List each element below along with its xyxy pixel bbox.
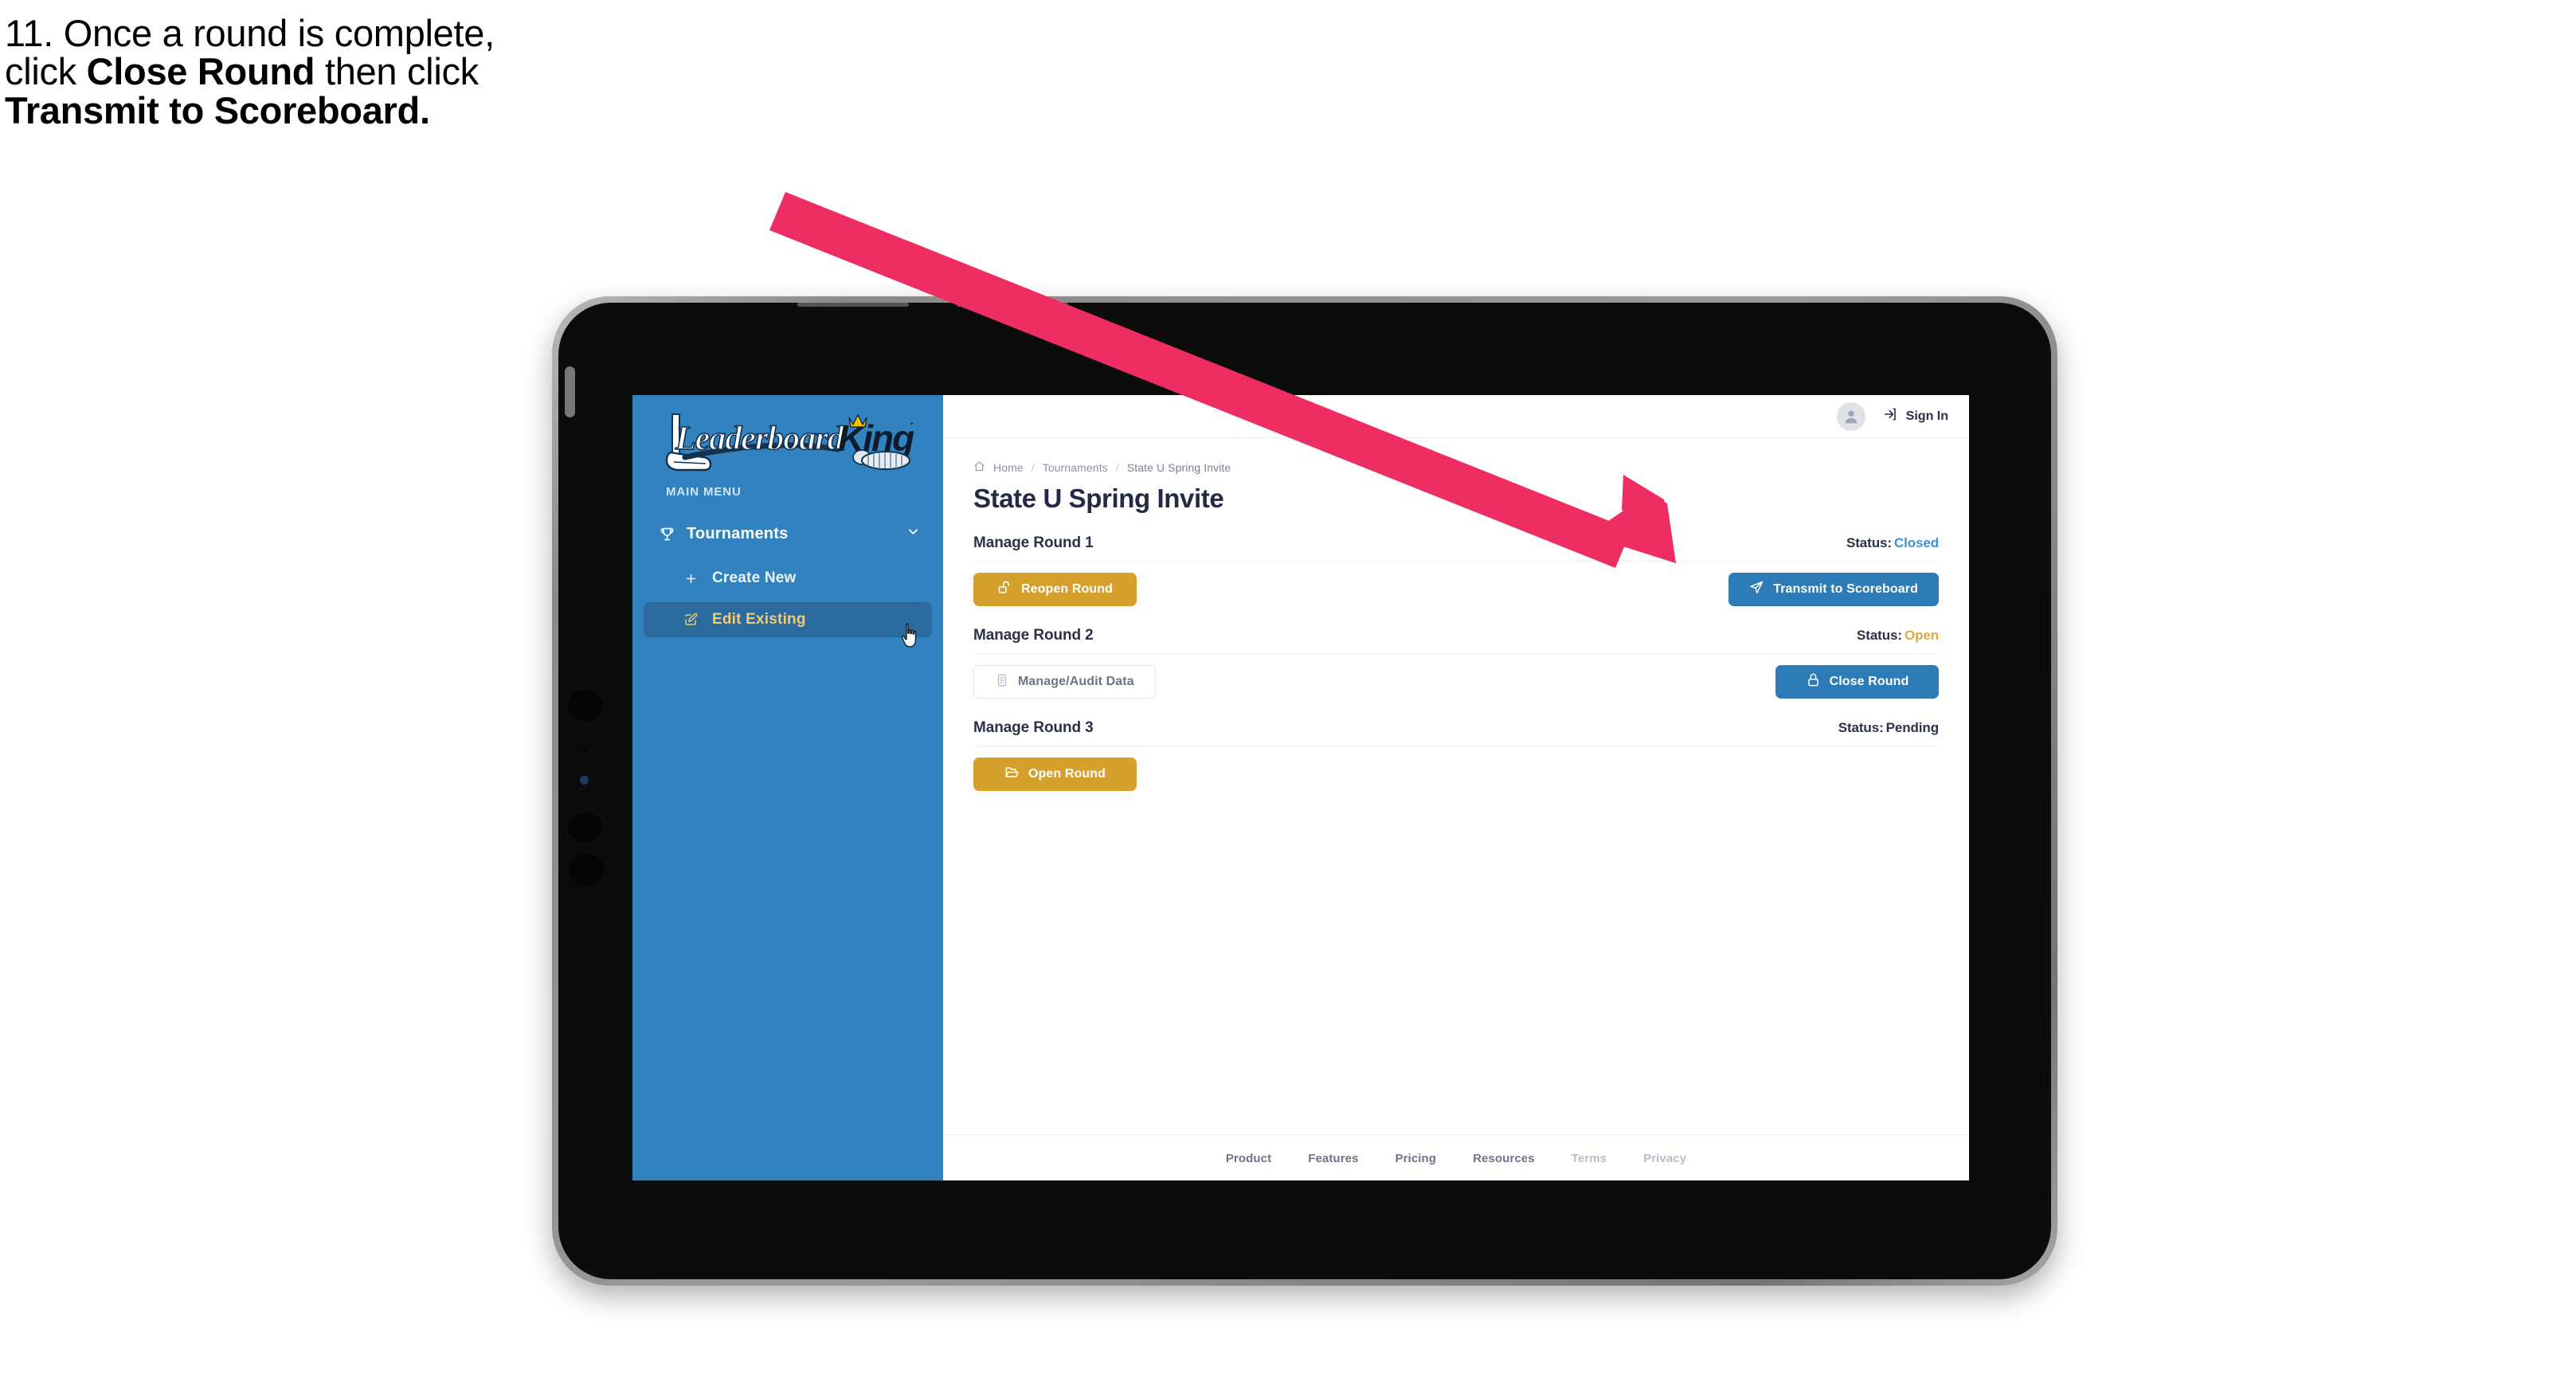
round-title: Manage Round 1 xyxy=(973,534,1094,551)
trophy-icon xyxy=(658,525,675,542)
status-value: Open xyxy=(1904,628,1939,643)
tablet-top-speaker-line xyxy=(797,303,909,307)
tablet-top-sensor-line xyxy=(957,303,1068,307)
round-actions: Reopen Round Transmit to Scoreboard xyxy=(973,573,1939,606)
footer-link-resources[interactable]: Resources xyxy=(1473,1152,1535,1165)
transmit-to-scoreboard-label: Transmit to Scoreboard xyxy=(1773,582,1918,596)
breadcrumb-item-current: State U Spring Invite xyxy=(1126,461,1231,474)
sign-in-label: Sign In xyxy=(1905,409,1948,423)
status-badge: Status: Pending xyxy=(1838,720,1939,736)
status-label: Status: xyxy=(1857,628,1902,643)
close-round-label: Close Round xyxy=(1829,675,1909,688)
sidebar-item-label: Tournaments xyxy=(687,524,789,542)
svg-text:Leaderboard: Leaderboard xyxy=(675,421,845,457)
leaderboard-king-logo: Leaderboard King ´ xyxy=(653,408,924,476)
paper-plane-icon xyxy=(1749,580,1764,599)
footer: Product Features Pricing Resources Terms… xyxy=(943,1134,1969,1180)
transmit-to-scoreboard-button[interactable]: Transmit to Scoreboard xyxy=(1728,573,1939,606)
round-actions: Open Round xyxy=(973,758,1939,791)
manage-audit-data-button[interactable]: Manage/Audit Data xyxy=(973,665,1156,699)
round-header: Manage Round 3 Status: Pending xyxy=(973,719,1939,746)
instruction-line-3: Transmit to Scoreboard. xyxy=(5,88,430,131)
chevron-down-icon[interactable] xyxy=(906,524,921,543)
breadcrumb-item-tournaments[interactable]: Tournaments xyxy=(1043,461,1108,474)
topbar: Sign In xyxy=(943,395,1969,438)
instruction-line-1: 11. Once a round is complete, xyxy=(5,12,495,54)
tablet-led-indicator xyxy=(580,776,589,785)
round-block-3: Manage Round 3 Status: Pending Open Round xyxy=(973,719,1939,791)
breadcrumb: Home / Tournaments / State U Spring Invi… xyxy=(973,460,1939,475)
footer-link-features[interactable]: Features xyxy=(1308,1152,1358,1165)
clipboard-icon xyxy=(995,673,1009,691)
breadcrumb-separator: / xyxy=(1115,461,1119,474)
status-value: Pending xyxy=(1885,720,1939,735)
round-header: Manage Round 2 Status: Open xyxy=(973,627,1939,654)
instruction-emphasis-close-round: Close Round xyxy=(86,50,315,93)
sidebar-item-label: Edit Existing xyxy=(712,611,806,628)
open-round-button[interactable]: Open Round xyxy=(973,758,1137,791)
pencil-square-icon xyxy=(682,611,699,628)
reopen-round-button[interactable]: Reopen Round xyxy=(973,573,1137,606)
sign-in-icon xyxy=(1883,406,1899,426)
round-actions: Manage/Audit Data Close Round xyxy=(973,665,1939,699)
tablet-side-button-3 xyxy=(568,854,605,886)
instruction-line-2-pre: click xyxy=(5,50,87,93)
sidebar-item-create-new[interactable]: Create New xyxy=(644,561,932,596)
footer-link-privacy[interactable]: Privacy xyxy=(1643,1152,1686,1165)
user-avatar-icon[interactable] xyxy=(1836,401,1865,431)
breadcrumb-separator: / xyxy=(1031,461,1035,474)
page-title: State U Spring Invite xyxy=(973,484,1224,513)
sidebar-item-label: Create New xyxy=(712,570,797,586)
footer-link-terms[interactable]: Terms xyxy=(1572,1152,1607,1165)
tablet-screen: Leaderboard King ´ MAIN MENU Tournaments… xyxy=(632,395,1969,1180)
status-badge: Status: Open xyxy=(1857,628,1939,644)
status-label: Status: xyxy=(1838,720,1884,735)
round-header: Manage Round 1 Status: Closed xyxy=(973,534,1939,562)
tablet-side-button-2 xyxy=(568,812,603,843)
sidebar-item-tournaments[interactable]: Tournaments xyxy=(644,516,932,551)
instruction-caption: 11. Once a round is complete, click Clos… xyxy=(5,14,865,130)
manage-audit-data-label: Manage/Audit Data xyxy=(1018,675,1134,688)
status-label: Status: xyxy=(1846,535,1892,550)
sidebar-item-edit-existing[interactable]: Edit Existing xyxy=(644,602,932,637)
round-title: Manage Round 3 xyxy=(973,719,1094,736)
instruction-line-2-post: then click xyxy=(315,50,479,93)
unlock-icon xyxy=(997,580,1012,599)
sidebar: Leaderboard King ´ MAIN MENU Tournaments… xyxy=(632,395,943,1180)
tablet-volume-button xyxy=(565,366,575,417)
status-badge: Status: Closed xyxy=(1846,535,1939,551)
round-title: Manage Round 2 xyxy=(973,627,1094,644)
status-value: Closed xyxy=(1893,535,1939,550)
plus-icon xyxy=(682,570,699,587)
close-round-button[interactable]: Close Round xyxy=(1775,665,1939,699)
footer-link-pricing[interactable]: Pricing xyxy=(1396,1152,1437,1165)
reopen-round-label: Reopen Round xyxy=(1021,582,1113,596)
home-icon[interactable] xyxy=(973,460,985,475)
sign-in-button[interactable]: Sign In xyxy=(1883,406,1948,426)
breadcrumb-item-home[interactable]: Home xyxy=(993,461,1024,474)
footer-link-product[interactable]: Product xyxy=(1226,1152,1271,1165)
svg-text:´: ´ xyxy=(910,421,914,435)
mouse-cursor-pointer xyxy=(900,623,921,648)
folder-open-icon xyxy=(1004,765,1020,784)
round-block-2: Manage Round 2 Status: Open Manage/Audit … xyxy=(973,627,1939,699)
instruction-line-2: click Close Round then click xyxy=(5,53,865,91)
sidebar-section-label: MAIN MENU xyxy=(666,485,742,499)
main-content: Home / Tournaments / State U Spring Invi… xyxy=(943,438,1969,1134)
open-round-label: Open Round xyxy=(1028,767,1106,781)
tablet-side-button-1 xyxy=(568,690,603,722)
tablet-side-dot xyxy=(582,747,588,753)
lock-icon xyxy=(1806,672,1821,691)
round-block-1: Manage Round 1 Status: Closed Reopen Roun… xyxy=(973,534,1939,606)
